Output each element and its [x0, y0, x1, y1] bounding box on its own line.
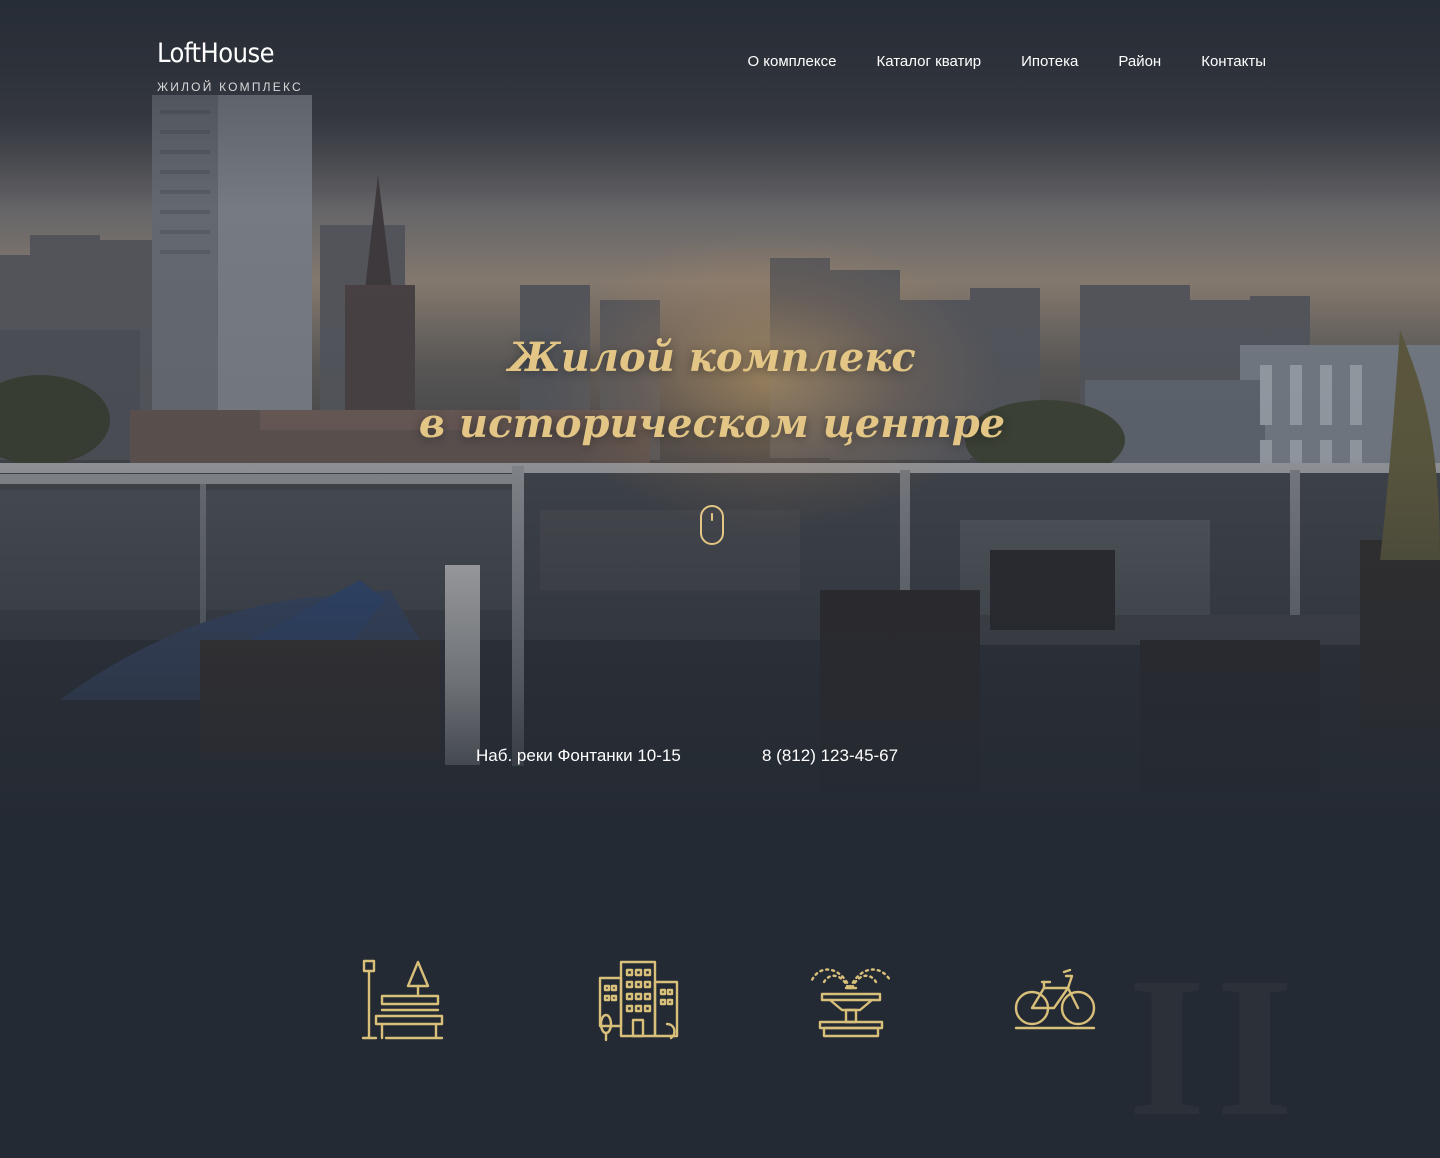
background-decor-letters: II	[1128, 937, 1304, 1158]
nav-item-about[interactable]: О комплексе	[747, 52, 836, 72]
mouse-scroll-icon[interactable]	[699, 504, 725, 550]
hero-title-line-1: Жилой комплекс	[508, 333, 916, 381]
bicycle-icon	[1012, 958, 1098, 1044]
nav-item-district[interactable]: Район	[1118, 52, 1161, 72]
nav-item-mortgage[interactable]: Ипотека	[1021, 52, 1078, 72]
logo-subtitle: ЖИЛОЙ КОМПЛЕКС	[157, 80, 303, 94]
main-nav: О комплексе Каталог кватир Ипотека Район…	[747, 52, 1266, 72]
city-buildings-icon	[597, 958, 683, 1044]
hero-title: Жилой комплекс в историческом центре	[0, 325, 1424, 457]
nav-item-catalog[interactable]: Каталог кватир	[876, 52, 981, 72]
fountain-icon	[808, 958, 894, 1044]
phone-link[interactable]: 8 (812) 123-45-67	[762, 744, 898, 768]
nav-item-contacts[interactable]: Контакты	[1201, 52, 1266, 72]
address: Наб. реки Фонтанки 10-15	[476, 746, 681, 765]
logo-name: LoftHouse	[157, 38, 275, 69]
logo[interactable]: LoftHouse ЖИЛОЙ КОМПЛЕКС	[157, 38, 303, 94]
hero-title-line-2: в историческом центре	[418, 399, 1006, 447]
park-bench-icon	[360, 958, 446, 1044]
